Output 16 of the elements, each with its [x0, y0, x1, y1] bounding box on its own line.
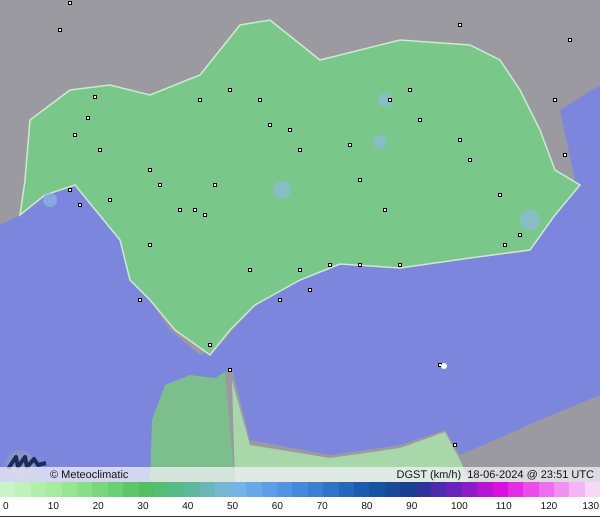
scale-label: 80 [360, 501, 374, 512]
scale-label: 120 [540, 501, 558, 512]
scale-label: 40 [181, 501, 194, 512]
scale-label: 0 [2, 501, 10, 512]
scale-label: 110 [494, 501, 513, 512]
scale-label: 20 [92, 501, 105, 512]
scale-label: 10 [46, 501, 60, 512]
scale-label: 50 [226, 501, 240, 512]
scale-label: 90 [405, 501, 418, 512]
scale-label: 100 [450, 501, 469, 512]
scale-label: 130 [582, 501, 600, 512]
scale-label: 70 [316, 501, 329, 512]
credit-text: © Meteoclimatic [50, 468, 128, 480]
scale-label: 60 [270, 501, 284, 512]
caption-text: DGST (km/h) 18-06-2024 @ 23:51 UTC [396, 468, 594, 480]
scale-label: 30 [136, 501, 150, 512]
